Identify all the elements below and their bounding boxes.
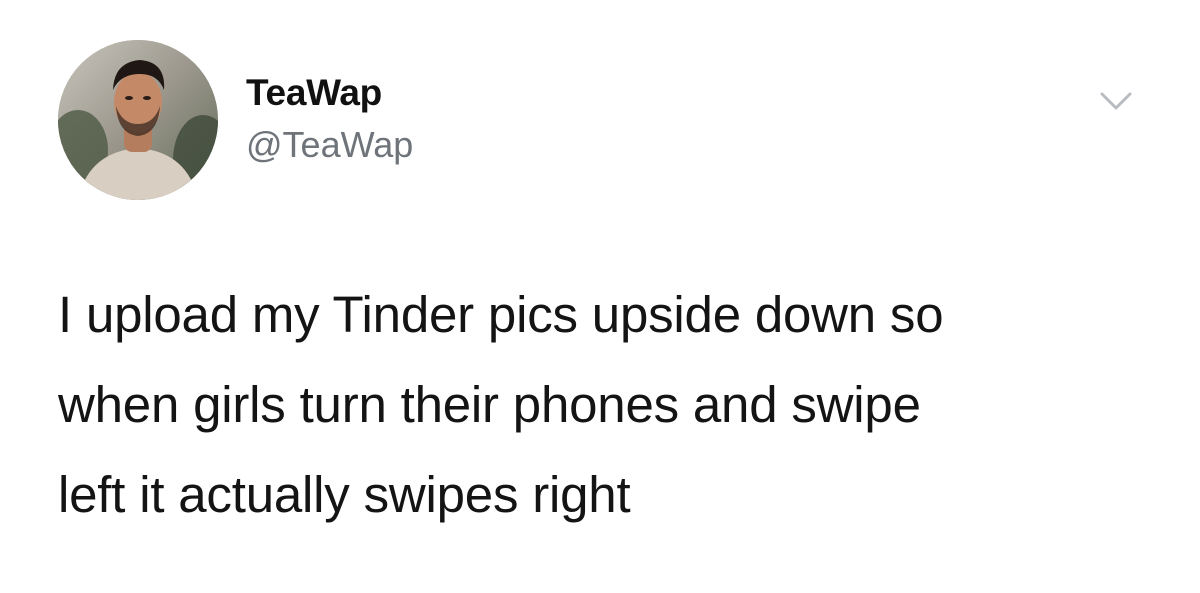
tweet-text-line: when girls turn their phones and swipe: [58, 376, 921, 433]
avatar[interactable]: [58, 40, 218, 200]
tweet-text-line: left it actually swipes right: [58, 466, 631, 523]
display-name[interactable]: TeaWap: [246, 72, 382, 114]
avatar-photo: [58, 40, 218, 200]
tweet-card: TeaWap @TeaWap I upload my Tinder pics u…: [0, 0, 1200, 593]
user-handle[interactable]: @TeaWap: [246, 124, 413, 166]
tweet-text: I upload my Tinder pics upside down so w…: [58, 270, 1168, 540]
chevron-down-icon[interactable]: [1094, 86, 1138, 116]
tweet-text-line: I upload my Tinder pics upside down so: [58, 286, 944, 343]
